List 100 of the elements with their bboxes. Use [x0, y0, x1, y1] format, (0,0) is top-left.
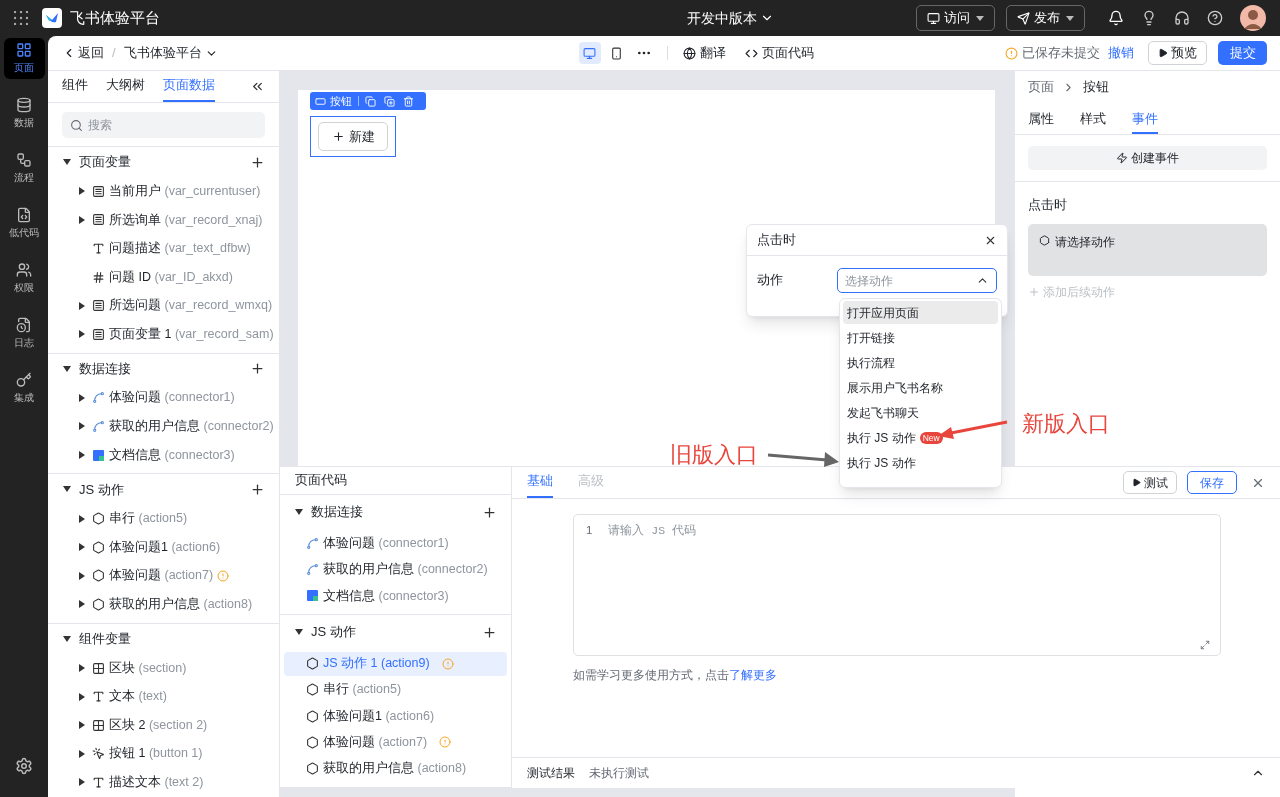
version-dropdown[interactable]: 开发中版本: [687, 7, 774, 29]
page-code-button[interactable]: 页面代码: [744, 43, 814, 63]
test-button[interactable]: 测试: [1123, 471, 1177, 494]
tree-item[interactable]: 体验问题 (action7): [284, 730, 507, 755]
menu-item[interactable]: 打开应用页面: [843, 301, 998, 324]
add-icon[interactable]: [482, 504, 497, 520]
menu-item[interactable]: 展示用户飞书名称: [843, 376, 998, 399]
caret-icon[interactable]: [63, 364, 71, 373]
bell-icon[interactable]: [1108, 10, 1124, 26]
caret-icon[interactable]: [63, 485, 71, 494]
caret-icon[interactable]: [78, 301, 86, 310]
caret-icon[interactable]: [78, 571, 86, 580]
tree-item[interactable]: 文档信息 (connector3): [284, 583, 507, 608]
tree-item[interactable]: 区块 2 (section 2): [48, 710, 279, 740]
tree-item[interactable]: 区块 (section): [48, 653, 279, 683]
caret-icon[interactable]: [78, 393, 86, 402]
caret-icon[interactable]: [78, 215, 86, 224]
tree-item[interactable]: 文本 (text): [48, 682, 279, 711]
menu-item[interactable]: 执行 JS 动作 New: [843, 426, 998, 449]
tree-item[interactable]: 文档信息 (connector3): [48, 440, 279, 470]
breadcrumb-item[interactable]: 页面: [1028, 78, 1054, 97]
headset-icon[interactable]: [1174, 10, 1190, 26]
breadcrumb-dropdown[interactable]: 飞书体验平台: [123, 43, 218, 63]
section-header[interactable]: 数据连接: [48, 353, 279, 384]
menu-item[interactable]: 执行流程: [843, 351, 998, 374]
add-icon[interactable]: [250, 361, 265, 377]
menu-item[interactable]: 打开链接: [843, 326, 998, 349]
menu-item[interactable]: 发起飞书聊天: [843, 401, 998, 424]
caret-icon[interactable]: [78, 187, 86, 196]
panel-tab[interactable]: 大纲树: [106, 71, 145, 102]
section-header[interactable]: JS 动作: [295, 622, 356, 642]
rail-item[interactable]: 流程: [3, 148, 45, 189]
section-header[interactable]: 页面变量: [48, 147, 279, 177]
section-header[interactable]: JS 动作: [48, 474, 279, 505]
translate-button[interactable]: 翻译: [682, 43, 726, 63]
tree-item[interactable]: 体验问题 (action7): [48, 561, 279, 591]
back-link[interactable]: 返回: [62, 43, 104, 63]
caret-icon[interactable]: [63, 634, 71, 643]
panel-tab[interactable]: 事件: [1132, 106, 1158, 134]
caret-icon[interactable]: [78, 721, 86, 730]
save-button[interactable]: 保存: [1187, 471, 1237, 494]
rail-item[interactable]: 集成: [3, 368, 45, 409]
tree-item[interactable]: 体验问题1 (action6): [284, 704, 507, 729]
settings-icon[interactable]: [15, 757, 33, 775]
caret-icon[interactable]: [63, 158, 71, 166]
caret-icon[interactable]: [78, 749, 86, 758]
tree-item[interactable]: 串行 (action5): [48, 504, 279, 533]
caret-icon[interactable]: [295, 508, 303, 517]
tree-item[interactable]: 当前用户 (var_currentuser): [48, 177, 279, 206]
visit-button[interactable]: 访问: [916, 5, 995, 31]
menu-item[interactable]: 执行 JS 动作: [843, 451, 998, 474]
panel-tab[interactable]: 页面数据: [163, 71, 215, 102]
tree-item[interactable]: 获取的用户信息 (action8): [284, 756, 507, 781]
apps-grid-icon[interactable]: [14, 11, 28, 25]
caret-icon[interactable]: [78, 543, 86, 552]
tree-item[interactable]: 获取的用户信息 (action8): [48, 590, 279, 619]
delete-icon[interactable]: [403, 95, 414, 107]
caret-icon[interactable]: [78, 422, 86, 431]
caret-icon[interactable]: [78, 600, 86, 609]
lightbulb-icon[interactable]: [1141, 10, 1157, 26]
rail-item[interactable]: 页面: [3, 38, 45, 79]
caret-icon[interactable]: [78, 330, 86, 339]
rail-item[interactable]: 日志: [3, 313, 45, 354]
tree-item[interactable]: 问题描述 (var_text_dfbw): [48, 234, 279, 263]
help-icon[interactable]: [1207, 10, 1223, 26]
publish-button[interactable]: 发布: [1006, 5, 1085, 31]
editor-tab[interactable]: 基础: [527, 467, 553, 498]
tree-item[interactable]: 所选问题 (var_record_wmxq): [48, 291, 279, 320]
caret-icon[interactable]: [78, 451, 86, 460]
new-button[interactable]: 新建: [318, 122, 388, 151]
section-header[interactable]: 数据连接: [295, 502, 363, 522]
expand-icon[interactable]: [1200, 640, 1210, 650]
panel-tab[interactable]: 属性: [1028, 106, 1054, 134]
add-icon[interactable]: [482, 624, 497, 640]
caret-icon[interactable]: [78, 692, 86, 701]
add-icon[interactable]: [250, 154, 265, 170]
copy-icon[interactable]: [365, 95, 376, 107]
avatar[interactable]: [1240, 5, 1266, 31]
rail-item[interactable]: 权限: [3, 258, 45, 299]
caret-icon[interactable]: [78, 778, 86, 787]
tree-item[interactable]: 问题 ID (var_ID_akxd): [48, 262, 279, 292]
create-event-button[interactable]: 创建事件: [1028, 146, 1267, 170]
code-editor[interactable]: 1 请输入 JS 代码: [573, 514, 1221, 656]
tree-item[interactable]: 体验问题 (connector1): [48, 383, 279, 413]
preview-button[interactable]: 预览: [1148, 41, 1207, 65]
submit-button[interactable]: 提交: [1218, 41, 1267, 65]
tree-item[interactable]: 所选询单 (var_record_xnaj): [48, 205, 279, 235]
undo-link[interactable]: 撤销: [1108, 43, 1134, 63]
panel-tab[interactable]: 组件: [62, 71, 88, 102]
section-header[interactable]: 组件变量: [48, 623, 279, 654]
caret-icon[interactable]: [78, 514, 86, 523]
tree-item[interactable]: 描述文本 (text 2): [48, 768, 279, 797]
tree-item[interactable]: 体验问题 (connector1): [284, 531, 507, 556]
tree-item[interactable]: 页面变量 1 (var_record_sam): [48, 319, 279, 349]
tree-item[interactable]: 获取的用户信息 (connector2): [48, 412, 279, 441]
tree-item[interactable]: 按钮 1 (button 1): [48, 739, 279, 769]
tree-item[interactable]: 体验问题1 (action6): [48, 532, 279, 562]
desktop-view-button[interactable]: [578, 42, 601, 64]
tree-item[interactable]: JS 动作 1 (action9): [284, 651, 507, 676]
duplicate-icon[interactable]: [384, 95, 395, 107]
